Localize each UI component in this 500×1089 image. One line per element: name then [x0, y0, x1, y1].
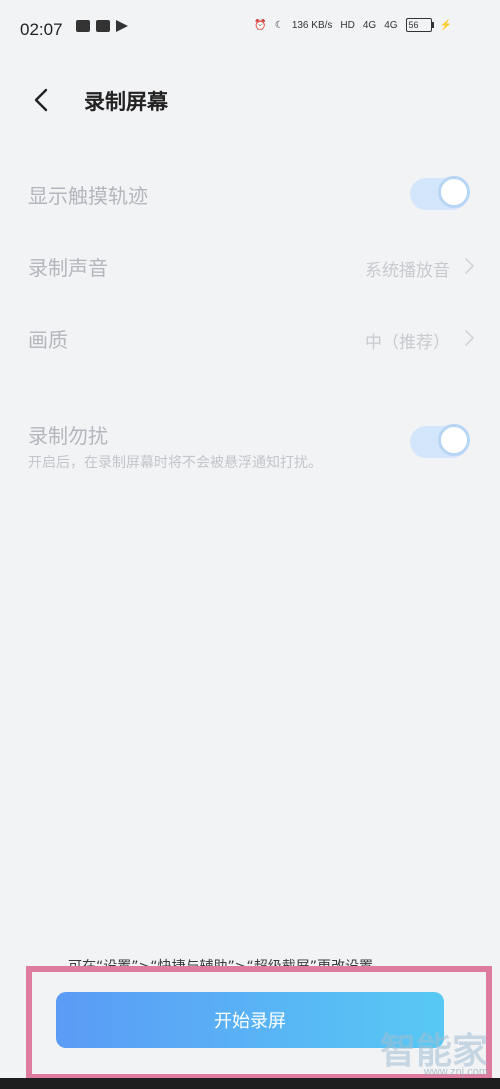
signal-icon: 4G — [362, 19, 377, 31]
record-sound-label: 录制声音 — [28, 256, 108, 280]
show-touch-toggle[interactable] — [410, 176, 470, 210]
dnd-description: 开启后，在录制屏幕时将不会被悬浮通知打扰。 — [28, 455, 322, 471]
video-record-icon — [116, 20, 128, 32]
hd-badge: HD — [340, 19, 355, 31]
watermark-url: www.znj.com — [423, 1066, 488, 1078]
dnd-row[interactable]: 录制勿扰 开启后，在录制屏幕时将不会被悬浮通知打扰。 — [0, 408, 500, 476]
signal-icon: 4G — [384, 19, 398, 31]
battery-level: 56 — [408, 20, 419, 30]
chevron-right-icon — [465, 330, 474, 346]
toggle-knob — [438, 176, 470, 208]
chevron-right-icon — [465, 258, 474, 274]
show-touch-label: 显示触摸轨迹 — [28, 184, 148, 208]
dnd-label: 录制勿扰 — [28, 424, 108, 448]
video-camera-icon — [96, 20, 110, 32]
app-notification-icon — [76, 20, 90, 32]
status-time: 02:07 — [20, 20, 63, 39]
back-button[interactable] — [24, 82, 60, 118]
network-speed: 136 KB/s — [291, 19, 333, 31]
bottom-bar — [0, 1078, 500, 1089]
alarm-icon: ⏰ — [254, 19, 267, 31]
status-left-icons — [76, 20, 128, 32]
toggle-knob — [438, 424, 470, 456]
status-right-icons: ⏰ ☾ 136 KB/s HD 4G 4G 56 ⚡ — [254, 18, 452, 32]
quality-row[interactable]: 画质 中（推荐） — [0, 312, 500, 364]
quality-label: 画质 — [28, 328, 68, 352]
start-recording-label: 开始录屏 — [214, 1011, 286, 1032]
header: 录制屏幕 — [0, 70, 500, 126]
dnd-toggle[interactable] — [410, 424, 470, 458]
moon-icon: ☾ — [274, 19, 284, 31]
quality-value: 中（推荐） — [365, 333, 450, 353]
charging-icon: ⚡ — [439, 19, 452, 31]
record-sound-row[interactable]: 录制声音 系统播放音 — [0, 240, 500, 292]
chevron-left-icon — [34, 88, 48, 112]
status-bar: 02:07 ⏰ ☾ 136 KB/s HD 4G 4G 56 ⚡ — [0, 0, 500, 56]
battery-icon: 56 — [405, 18, 434, 32]
page-title: 录制屏幕 — [84, 90, 168, 114]
show-touch-row[interactable]: 显示触摸轨迹 — [0, 168, 500, 220]
record-sound-value: 系统播放音 — [365, 261, 450, 281]
